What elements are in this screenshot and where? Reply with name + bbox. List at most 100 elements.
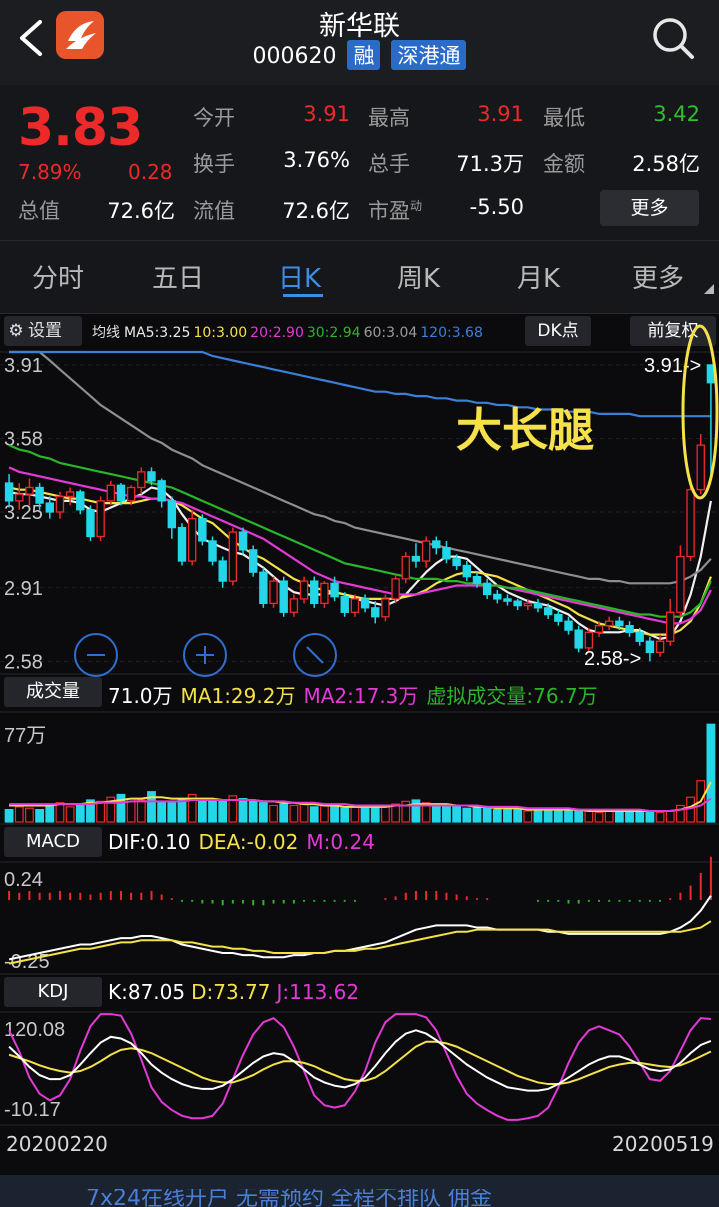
volume-bar-44 [452, 806, 462, 823]
candle-body-13 [137, 471, 146, 489]
volume-bar-51 [523, 810, 533, 823]
candle-body-6 [65, 491, 75, 498]
kdj-d-line [8, 1040, 712, 1086]
candle-body-24 [248, 549, 258, 573]
candle-body-65 [666, 611, 675, 642]
candle-body-16 [167, 500, 177, 529]
macd-axis-top: 0.24 [4, 869, 43, 891]
candle-body-0 [4, 482, 14, 502]
volume-bar-5 [55, 802, 65, 823]
candle-body-1 [15, 493, 24, 502]
candle-body-19 [198, 518, 207, 542]
candle-body-7 [76, 491, 85, 511]
candle-body-68 [696, 444, 705, 491]
volume-bar-59 [604, 810, 614, 823]
candle-body-46 [472, 575, 482, 584]
vol-items-item-2: MA2:17.3万 [303, 684, 419, 708]
candle-body-47 [482, 582, 492, 596]
candle-body-30 [310, 580, 319, 605]
volume-bar-50 [513, 809, 523, 823]
candle-body-28 [289, 598, 299, 613]
volume-bar-61 [625, 810, 634, 823]
candle-body-17 [177, 526, 187, 562]
price-tick-0: 3.91 [4, 355, 43, 377]
promo-text: 7x24在线开户 无需预约 全程不排队 佣金 [86, 1189, 492, 1207]
candle-body-45 [462, 564, 472, 578]
candle-body-49 [503, 598, 512, 602]
volume-bar-30 [309, 806, 319, 823]
volume-bar-62 [635, 811, 645, 823]
volume-bar-48 [492, 809, 502, 823]
candle-body-20 [208, 540, 217, 562]
candle-body-50 [513, 600, 522, 607]
candle-body-10 [106, 484, 116, 502]
candle-body-63 [645, 640, 655, 654]
candle-body-66 [676, 555, 685, 613]
candle-body-59 [604, 620, 614, 627]
volume-bar-47 [482, 807, 492, 823]
volume-bar-37 [381, 806, 390, 823]
kdj-j-line [8, 1013, 711, 1121]
kdj-button[interactable]: KDJ [4, 977, 102, 1007]
volume-bar-6 [65, 806, 75, 823]
volume-bar-13 [136, 799, 146, 823]
macd-items-item-1: DEA:-0.02 [198, 830, 299, 854]
volume-bar-31 [319, 804, 329, 823]
kdj-items-item-1: D:73.77 [191, 980, 271, 1004]
volume-bar-24 [248, 800, 258, 823]
candle-body-40 [411, 555, 421, 562]
macd-items-item-0: DIF:0.10 [108, 830, 191, 854]
price-tick-4: 2.58 [4, 651, 43, 673]
macd-items-item-2: M:0.24 [306, 830, 375, 854]
volume-bar-46 [472, 806, 482, 823]
candle-body-8 [86, 509, 95, 538]
candle-body-38 [391, 578, 400, 600]
macd-axis-bottom: -0.25 [4, 951, 50, 973]
kdj-axis-bottom: -10.17 [4, 1099, 61, 1121]
candle-body-53 [543, 607, 553, 616]
volume-bar-21 [218, 799, 228, 823]
candle-body-3 [35, 486, 44, 504]
candle-body-36 [371, 607, 380, 618]
candle-body-9 [96, 500, 105, 538]
volume-bar-9 [96, 800, 106, 823]
volume-bar-56 [574, 809, 584, 823]
vol-items-item-0: 71.0万 [108, 684, 173, 708]
volume-bar-65 [665, 810, 675, 823]
candle-body-56 [574, 629, 583, 649]
candle-body-58 [594, 625, 604, 633]
candle-body-14 [147, 471, 156, 482]
candle-body-37 [381, 598, 390, 618]
candle-body-23 [238, 531, 248, 551]
volume-bar-26 [269, 804, 278, 823]
volume-bar-28 [289, 804, 299, 823]
volume-bar-2 [25, 807, 34, 823]
candle-body-4 [45, 502, 54, 513]
volume-bar-58 [594, 811, 604, 823]
candle-body-48 [493, 593, 502, 600]
candle-body-31 [320, 582, 329, 605]
volume-bar-7 [75, 803, 85, 823]
promo-bar[interactable]: 7x24在线开户 无需预约 全程不排队 佣金 [0, 1175, 719, 1207]
candle-body-21 [218, 560, 227, 582]
candle-body-54 [554, 613, 563, 622]
volume-bar-3 [35, 809, 45, 823]
candle-body-55 [564, 620, 573, 631]
volume-bar-19 [197, 800, 207, 823]
candle-body-64 [655, 640, 665, 654]
price-tick-3: 2.91 [4, 578, 43, 600]
volume-bar-52 [533, 809, 543, 823]
candle-body-43 [442, 547, 451, 560]
volume-bar-23 [238, 797, 248, 823]
volume-bar-4 [45, 804, 55, 823]
volume-bar-15 [157, 800, 167, 823]
volume-bar-1 [14, 806, 24, 823]
candle-body-44 [452, 558, 461, 567]
candle-body-61 [625, 625, 634, 633]
volume-bar-27 [279, 803, 289, 823]
kdj-k-line [8, 1029, 712, 1092]
volume-legend: 71.0万 MA1:29.2万 MA2:17.3万 虚拟成交量:76.7万 [108, 680, 606, 709]
macd-button[interactable]: MACD [4, 827, 102, 857]
price-tick-1: 3.58 [4, 428, 43, 450]
volume-button[interactable]: 成交量 [4, 677, 102, 707]
